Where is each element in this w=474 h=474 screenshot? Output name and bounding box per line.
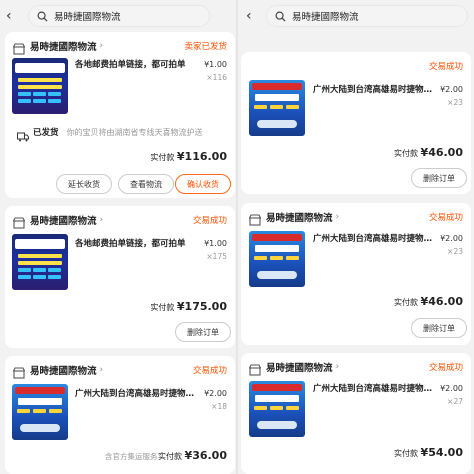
shop-name: 易時捷國際物流 [30,216,97,227]
product-thumbnail[interactable] [249,231,305,287]
unit-price: ¥1.00 [204,60,227,69]
shop-header[interactable]: 易時捷國際物流 › 交易成功 [12,362,227,379]
delete-order-button[interactable]: 删除订单 [411,168,467,188]
left-order-list: ‹ 易時捷國際物流 易時捷國際物流 › 卖家已发货 各地邮费拍单链接，都可拍单 … [0,0,236,474]
quantity: ×23 [447,247,463,256]
product-title[interactable]: 各地邮费拍单链接，都可拍单 [75,237,193,249]
order-card[interactable]: 易時捷國際物流 › 交易成功 广州大陆到台湾高雄易时捷物… ¥2.00 ×18 … [5,356,235,474]
order-status: 交易成功 [192,216,227,226]
delete-order-button[interactable]: 删除订单 [175,322,231,342]
screenshot: ‹ 易時捷國際物流 易時捷國際物流 › 卖家已发货 各地邮费拍单链接，都可拍单 … [0,0,474,474]
right-order-list: ‹ 易時捷國際物流 交易成功 广州大陆到台湾高雄易时捷物… ¥2.00 ×23 … [238,0,474,474]
chevron-right-icon: › [335,212,340,222]
total-value: ¥36.00 [184,449,227,462]
consolidation-note: 含官方集运服务 [105,452,158,461]
total-paid: 实付款 ¥54.00 [394,446,463,459]
quantity: ×175 [206,252,227,261]
truck-icon [17,127,29,142]
order-status: 交易成功 [428,62,463,72]
total-value: ¥46.00 [420,295,463,308]
total-paid: 实付款 ¥46.00 [394,295,463,308]
shop-header[interactable]: 易時捷國際物流 › 交易成功 [12,212,227,229]
product-thumbnail[interactable] [12,234,68,290]
total-value: ¥116.00 [176,150,227,163]
store-icon [12,214,26,229]
total-value: ¥54.00 [420,446,463,459]
product-thumbnail[interactable] [12,58,68,114]
unit-price: ¥1.00 [204,239,227,248]
total-label: 实付款 [394,298,418,307]
order-card[interactable]: 易時捷國際物流 › 交易成功 各地邮费拍单链接，都可拍单 ¥1.00 ×175 … [5,206,235,348]
store-icon [248,361,262,376]
total-label: 实付款 [158,452,182,461]
total-paid: 实付款 ¥36.00 [158,449,227,462]
total-paid: 实付款 ¥46.00 [394,146,463,159]
shipping-label: 已发货 [33,128,59,138]
total-paid: 实付款 ¥175.00 [150,300,227,313]
shop-header[interactable]: 易時捷國際物流 › 卖家已发货 [12,38,227,55]
total-value: ¥175.00 [176,300,227,313]
order-card[interactable]: 交易成功 广州大陆到台湾高雄易时捷物… ¥2.00 ×23 实付款 ¥46.00… [241,52,471,194]
search-icon [37,11,48,22]
shop-name: 易時捷國際物流 [266,363,333,374]
product-title[interactable]: 广州大陆到台湾高雄易时捷物… [75,387,201,399]
search-icon [275,11,286,22]
order-status: 交易成功 [192,366,227,376]
product-title[interactable]: 广州大陆到台湾高雄易时捷物… [313,382,437,394]
unit-price: ¥2.00 [440,234,463,243]
product-title[interactable]: 各地邮费拍单链接，都可拍单 [75,58,193,70]
store-icon [248,211,262,226]
shop-name: 易時捷國際物流 [30,42,97,53]
chevron-right-icon: › [99,365,104,375]
total-label: 实付款 [150,153,175,162]
order-status: 交易成功 [428,213,463,223]
product-title[interactable]: 广州大陆到台湾高雄易时捷物… [313,83,437,95]
search-query: 易時捷國際物流 [54,12,121,23]
extend-receipt-button[interactable]: 延长收货 [56,174,112,194]
view-logistics-button[interactable]: 查看物流 [118,174,174,194]
logistics-row[interactable]: 已发货 你的宝贝将由湖南省专线天喜物流护送 [17,125,229,142]
order-status: 交易成功 [428,363,463,373]
total-label: 实付款 [394,149,418,158]
order-card[interactable]: 易時捷國際物流 › 交易成功 广州大陆到台湾高雄易时捷物… ¥2.00 ×23 … [241,203,471,345]
back-arrow-icon[interactable]: ‹ [246,9,252,23]
shop-header[interactable]: 易時捷國際物流 › 交易成功 [248,209,463,226]
shop-header[interactable]: 易時捷國際物流 › 交易成功 [248,359,463,376]
product-thumbnail[interactable] [249,381,305,437]
total-value: ¥46.00 [420,146,463,159]
unit-price: ¥2.00 [204,389,227,398]
order-status: 卖家已发货 [184,42,227,52]
order-card[interactable]: 易時捷國際物流 › 交易成功 广州大陆到台湾高雄易时捷物… ¥2.00 ×27 … [241,353,471,474]
search-query: 易時捷國際物流 [292,12,359,23]
unit-price: ¥2.00 [440,85,463,94]
search-bar[interactable]: 易時捷國際物流 [28,5,210,27]
shop-name: 易時捷國際物流 [30,366,97,377]
total-label: 实付款 [394,449,418,458]
quantity: ×27 [447,397,463,406]
search-bar[interactable]: 易時捷國際物流 [266,5,468,27]
quantity: ×116 [206,73,227,82]
unit-price: ¥2.00 [440,384,463,393]
store-icon [12,364,26,379]
delete-order-button[interactable]: 删除订单 [411,318,467,338]
order-card[interactable]: 易時捷國際物流 › 卖家已发货 各地邮费拍单链接，都可拍单 ¥1.00 ×116… [5,32,235,198]
chevron-right-icon: › [99,41,104,51]
product-thumbnail[interactable] [249,80,305,136]
chevron-right-icon: › [335,362,340,372]
product-title[interactable]: 广州大陆到台湾高雄易时捷物… [313,232,437,244]
quantity: ×23 [447,98,463,107]
quantity: ×18 [211,402,227,411]
confirm-receipt-button[interactable]: 确认收货 [175,174,231,194]
shop-name: 易時捷國際物流 [266,213,333,224]
store-icon [12,40,26,55]
chevron-right-icon: › [99,215,104,225]
back-arrow-icon[interactable]: ‹ [6,9,12,23]
total-paid: 实付款 ¥116.00 [150,150,227,163]
total-label: 实付款 [150,303,175,312]
product-thumbnail[interactable] [12,384,68,440]
shipping-text: 你的宝贝将由湖南省专线天喜物流护送 [66,127,203,137]
